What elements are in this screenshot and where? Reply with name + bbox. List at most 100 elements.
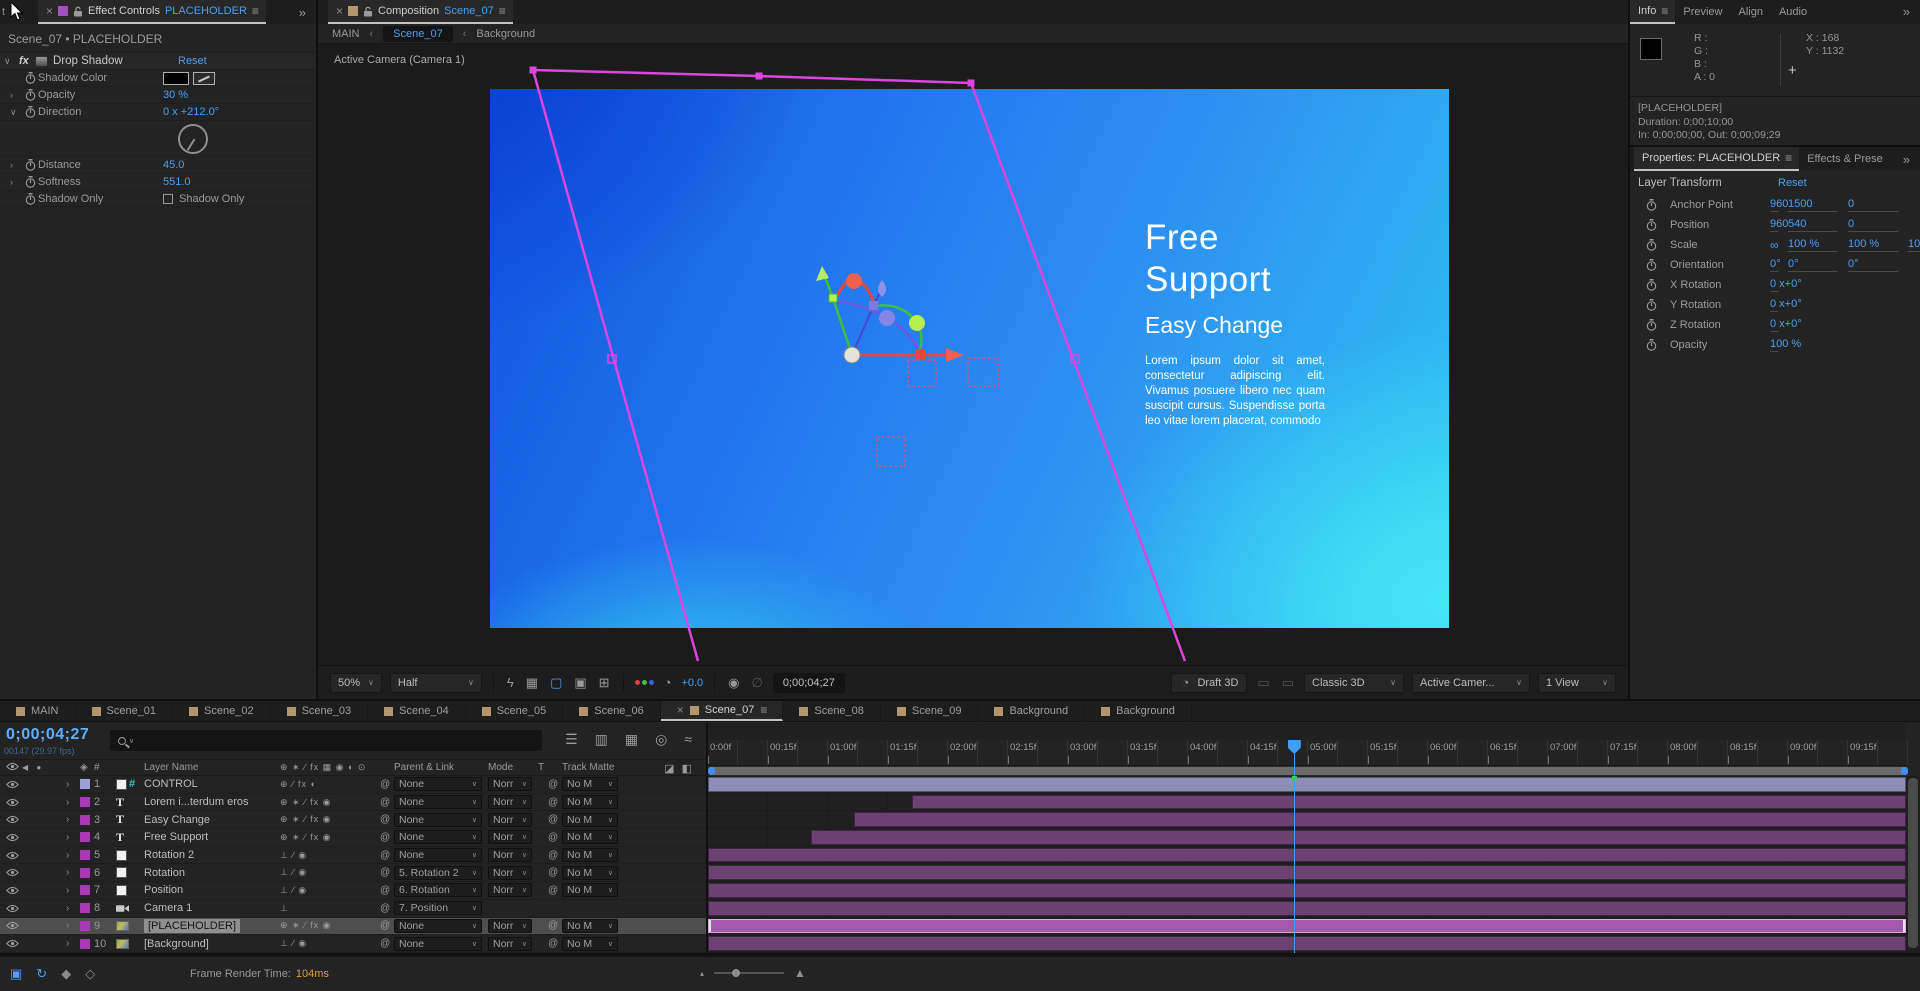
overflow-icon[interactable]: » [1893,147,1920,171]
stopwatch-icon[interactable] [25,89,36,101]
view-layout-dropdown[interactable]: 1 View∨ [1538,673,1616,693]
property-value[interactable]: 0 [1848,198,1898,212]
layer-label-chip[interactable] [80,868,90,878]
mode-dropdown[interactable]: Norr∨ [488,866,532,880]
stopwatch-icon[interactable] [25,176,36,188]
figure-alt-icon[interactable]: ◇ [85,966,95,982]
layer-switches[interactable]: ⊥ ∕ ◉ [280,850,380,861]
parent-dropdown[interactable]: 6. Rotation∨ [394,883,482,897]
parent-pick-whip-icon[interactable]: @ [380,850,394,861]
layer-switches[interactable]: ⊕ ∗ ∕ fx ◉ [280,832,380,843]
reset-button[interactable]: Reset [178,55,207,67]
reset-button[interactable]: Reset [1778,177,1807,189]
track-matte-column-header[interactable]: Track Matte [562,762,624,773]
expand-arrow-icon[interactable]: › [66,797,80,808]
property-value[interactable]: 0° [1788,258,1838,272]
mode-dropdown[interactable]: Norr∨ [488,813,532,827]
layer-name[interactable]: [PLACEHOLDER] [144,919,240,933]
parent-dropdown[interactable]: 5. Rotation 2∨ [394,866,482,880]
timeline-tab[interactable]: × Scene_05 ≡ [466,701,564,721]
layer-switches[interactable]: ⊥ ∕ ◉ [280,938,380,949]
parent-pick-whip-icon[interactable]: @ [380,867,394,878]
current-time-display[interactable]: 0;00;04;27 [6,726,89,744]
link-icon[interactable]: ∞ [1770,238,1788,252]
layer-name[interactable]: Free Support [144,831,280,843]
layer-switches[interactable]: ⊕ ∗ ∕ fx ◉ [280,920,380,931]
timeline-tab[interactable]: × Scene_08 ≡ [783,701,881,721]
view-camera-dropdown[interactable]: Active Camer...∨ [1412,673,1530,693]
parent-link-column-header[interactable]: Parent & Link [394,762,488,773]
property-value[interactable]: 0 x+0° [1770,318,1778,332]
panel-menu-icon[interactable]: ≡ [252,4,258,18]
extended-viewer-icon[interactable]: ▭ [1280,675,1296,691]
expand-arrow-icon[interactable]: › [66,885,80,896]
motion-blur-icon[interactable]: ◎ [655,731,667,748]
layer-label-chip[interactable] [80,850,90,860]
close-icon[interactable]: × [336,4,343,18]
expand-icon[interactable]: › [10,160,25,170]
layer-name[interactable]: Rotation 2 [144,849,280,861]
distance-value[interactable]: 45.0 [163,159,316,171]
mask-visibility-icon[interactable]: ▢ [548,675,564,691]
direction-dial[interactable] [178,124,208,154]
property-value[interactable]: 0 x+0° [1770,298,1778,312]
mode-dropdown[interactable]: Norr∨ [488,919,532,933]
property-value[interactable]: 0 [1848,218,1898,232]
expand-arrow-icon[interactable]: › [66,903,80,914]
panel-menu-icon[interactable]: ≡ [499,4,505,18]
show-snapshot-icon[interactable]: ∅ [750,675,765,691]
mode-dropdown[interactable]: Norr∨ [488,795,532,809]
collapse-icon[interactable]: ∨ [10,107,25,118]
mode-dropdown[interactable]: Norr∨ [488,937,532,951]
layer-label-chip[interactable] [80,885,90,895]
ground-plane-icon[interactable]: ▭ [1255,675,1271,691]
zoom-slider[interactable] [714,972,784,974]
property-value[interactable]: 1500 [1788,198,1838,212]
parent-dropdown[interactable]: None∨ [394,848,482,862]
resolution-dropdown[interactable]: Half∨ [390,673,482,693]
unlock-icon[interactable] [363,6,373,17]
mode-column-header[interactable]: Mode [488,762,538,773]
composition-mini-flowchart-icon[interactable]: ☰ [565,731,578,748]
parent-pick-whip-icon[interactable]: @ [380,832,394,843]
layer-duration-bar[interactable] [708,901,1906,916]
layer-duration-bar[interactable] [854,812,1906,827]
layer-row[interactable]: › 3 # T Easy Change [0,811,706,829]
layer-name[interactable]: Lorem i...terdum eros [144,796,280,808]
timeline-tab[interactable]: × Scene_02 ≡ [173,701,271,721]
tab-properties[interactable]: Properties: PLACEHOLDER ≡ [1634,147,1799,171]
layer-switches[interactable]: ⊥ ∕ ◉ [280,885,380,896]
close-icon[interactable]: × [677,703,684,717]
fx-icon[interactable]: fx [19,55,35,67]
layer-label-chip[interactable] [80,815,90,825]
layer-name[interactable]: Position [144,884,280,896]
color-swatch[interactable] [163,72,189,85]
stopwatch-icon[interactable] [1646,319,1657,331]
mode-dropdown[interactable]: Norr∨ [488,883,532,897]
track-matte-dropdown[interactable]: No M∨ [562,848,618,862]
layer-row[interactable]: › 1 # T CONTROL [0,776,706,794]
layer-name[interactable]: Easy Change [144,814,280,826]
layer-row[interactable]: › 8 # T Camera 1 [0,900,706,918]
layer-label-chip[interactable] [80,797,90,807]
timeline-tab[interactable]: × MAIN ≡ [0,701,76,721]
layer-label-chip[interactable] [80,779,90,789]
layer-name-column-header[interactable]: Layer Name [144,762,280,773]
layer-switches[interactable]: ⊕ ∕ fx ◐ [280,779,380,790]
transparency-grid-icon[interactable]: ▦ [524,675,540,691]
mode-dropdown[interactable]: Norr∨ [488,777,532,791]
magnification-dropdown[interactable]: 50%∨ [330,673,382,693]
layer-row[interactable]: › 6 # T Rotation [0,864,706,882]
draft-3d-toggle[interactable]: ◔Draft 3D [1171,673,1248,693]
parent-dropdown[interactable]: None∨ [394,830,482,844]
expand-arrow-icon[interactable]: › [66,832,80,843]
breadcrumb-root[interactable]: MAIN [332,28,360,40]
track-matte-dropdown[interactable]: No M∨ [562,883,618,897]
expand-arrow-icon[interactable]: › [66,850,80,861]
stopwatch-icon[interactable] [1646,299,1657,311]
snapshot-icon[interactable]: ◉ [726,675,741,691]
timeline-search[interactable]: ∨ [110,730,542,751]
property-value[interactable]: 540 [1788,218,1838,232]
parent-pick-whip-icon[interactable]: @ [380,814,394,825]
layer-duration-bar[interactable] [912,795,1906,810]
